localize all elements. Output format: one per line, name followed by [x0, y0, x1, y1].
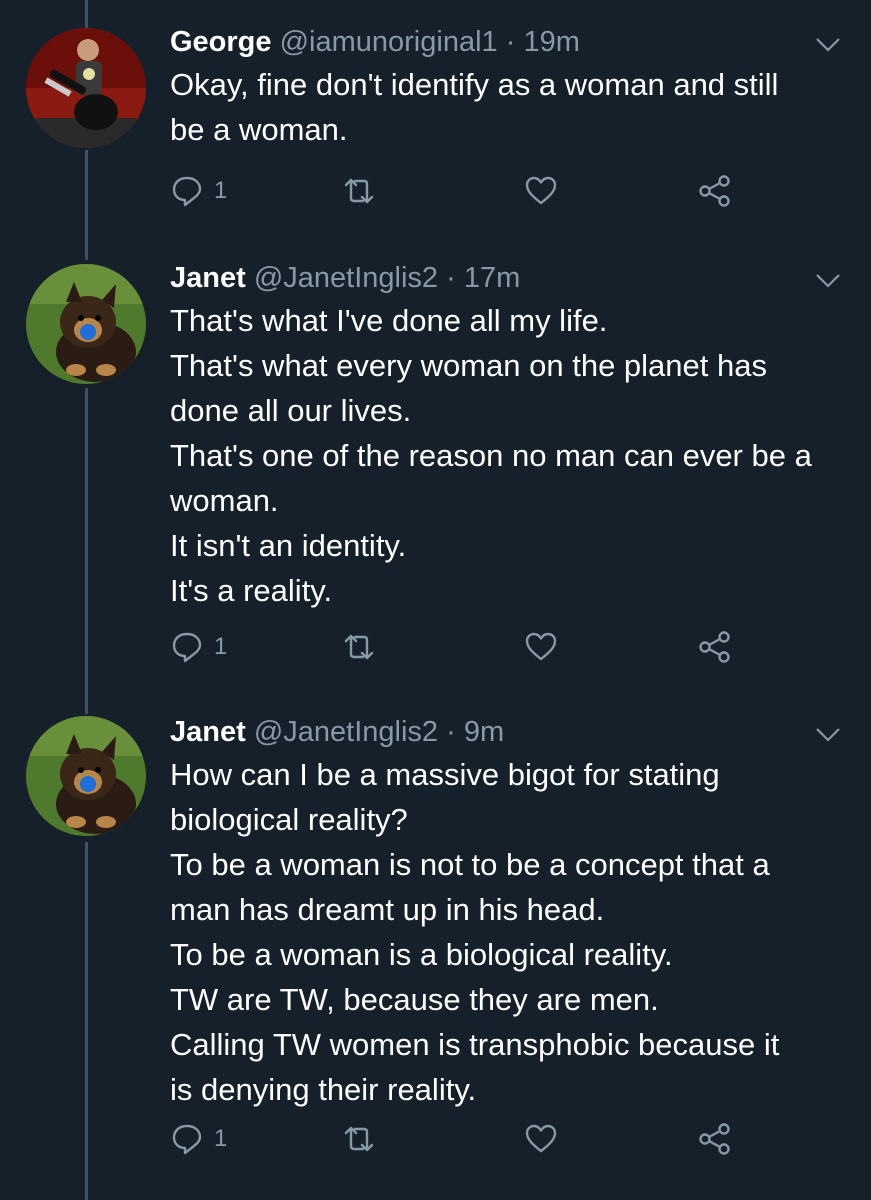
- tweet[interactable]: Janet @JanetInglis2 · 9m How can I be a …: [0, 700, 871, 1200]
- reply-button[interactable]: 1: [170, 630, 227, 664]
- tweet-header: Janet @JanetInglis2 · 9m: [170, 714, 841, 750]
- reply-icon: [172, 1124, 202, 1155]
- retweet-icon: [344, 634, 374, 660]
- action-bar: 1: [170, 630, 740, 670]
- like-icon: [525, 176, 557, 205]
- tweet[interactable]: George @iamunoriginal1 · 19m Okay, fine …: [0, 0, 871, 240]
- author-handle[interactable]: @iamunoriginal1: [280, 26, 498, 58]
- action-bar: 1: [170, 174, 740, 214]
- retweet-button[interactable]: [342, 630, 376, 664]
- dog-with-ball-avatar: [26, 716, 146, 836]
- reply-button[interactable]: 1: [170, 1122, 227, 1156]
- retweet-icon: [344, 178, 374, 204]
- share-button[interactable]: [698, 630, 732, 664]
- retweet-button[interactable]: [342, 174, 376, 208]
- author-name[interactable]: Janet: [170, 716, 246, 748]
- retweet-icon: [344, 1126, 374, 1152]
- timestamp[interactable]: 17m: [464, 262, 520, 294]
- reply-count: 1: [214, 177, 228, 204]
- tweet-header: Janet @JanetInglis2 · 17m: [170, 260, 841, 296]
- separator: ·: [446, 716, 456, 748]
- reply-icon: [172, 176, 202, 207]
- retweet-button[interactable]: [342, 1122, 376, 1156]
- dog-with-ball-avatar: [26, 264, 146, 384]
- share-icon: [699, 631, 730, 663]
- like-button[interactable]: [524, 630, 558, 664]
- like-button[interactable]: [524, 174, 558, 208]
- action-bar: 1: [170, 1122, 740, 1162]
- author-handle[interactable]: @JanetInglis2: [254, 262, 438, 294]
- avatar[interactable]: [26, 264, 146, 384]
- person-with-guitar-avatar: [26, 28, 146, 148]
- share-button[interactable]: [698, 174, 732, 208]
- like-icon: [525, 1124, 557, 1153]
- share-button[interactable]: [698, 1122, 732, 1156]
- share-icon: [699, 1123, 730, 1155]
- reply-icon: [172, 632, 202, 663]
- chevron-down-icon[interactable]: [815, 272, 841, 290]
- tweet-text: How can I be a massive bigot for stating…: [170, 757, 780, 1107]
- author-name[interactable]: Janet: [170, 262, 246, 294]
- chevron-down-icon[interactable]: [815, 36, 841, 54]
- tweet[interactable]: Janet @JanetInglis2 · 17m That's what I'…: [0, 240, 871, 700]
- like-icon: [525, 632, 557, 661]
- timestamp[interactable]: 9m: [464, 716, 504, 748]
- reply-button[interactable]: 1: [170, 174, 227, 208]
- timestamp[interactable]: 19m: [523, 26, 579, 58]
- chevron-down-icon[interactable]: [815, 726, 841, 744]
- author-handle[interactable]: @JanetInglis2: [254, 716, 438, 748]
- avatar[interactable]: [26, 28, 146, 148]
- share-icon: [699, 175, 730, 207]
- reply-count: 1: [214, 633, 228, 660]
- like-button[interactable]: [524, 1122, 558, 1156]
- avatar[interactable]: [26, 716, 146, 836]
- tweet-text: That's what I've done all my life. That'…: [170, 303, 812, 608]
- reply-count: 1: [214, 1125, 228, 1152]
- author-name[interactable]: George: [170, 26, 272, 58]
- separator: ·: [446, 262, 456, 294]
- separator: ·: [505, 26, 516, 58]
- tweet-header: George @iamunoriginal1 · 19m: [170, 24, 841, 60]
- tweet-text: Okay, fine don't identify as a woman and…: [170, 67, 779, 147]
